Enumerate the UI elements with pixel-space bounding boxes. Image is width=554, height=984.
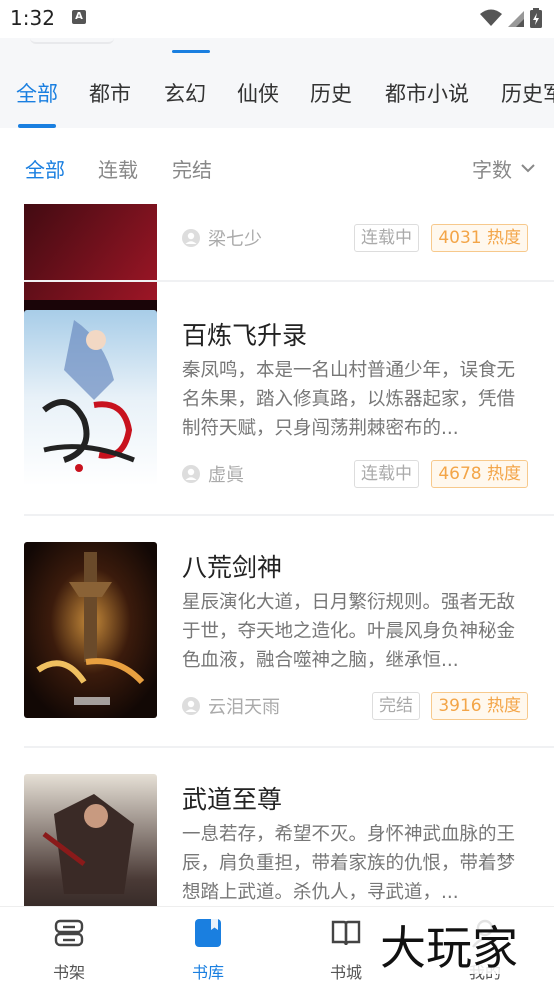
search-bar-edge <box>30 38 114 44</box>
notification-icon: A <box>72 10 86 24</box>
book-cover[interactable] <box>24 774 157 906</box>
user-icon <box>182 229 200 247</box>
list-item[interactable]: 八荒剑神 星辰演化大道，日月繁衍规则。强者无敌于世，夺天地之造化。叶晨风身负神秘… <box>0 516 554 748</box>
heat-badge: 3916 热度 <box>431 692 528 720</box>
status-badge: 连载中 <box>354 224 419 252</box>
tab-history[interactable]: 历史 <box>310 78 352 108</box>
divider <box>24 280 554 282</box>
filter-serializing[interactable]: 连载 <box>98 154 138 183</box>
heat-badge: 4678 热度 <box>431 460 528 488</box>
list-item[interactable]: 武道至尊 一息若存，希望不灭。身怀神武血脉的王辰，肩负重担，带着家族的仇恨，带着… <box>0 748 554 906</box>
wifi-icon <box>480 9 502 26</box>
tab-urban-novel[interactable]: 都市小说 <box>385 78 469 108</box>
status-icons <box>480 8 542 28</box>
tab-all[interactable]: 全部 <box>16 78 58 108</box>
watermark-text: 大玩家 <box>380 921 518 975</box>
user-icon <box>182 465 200 483</box>
chevron-down-icon[interactable] <box>518 158 538 178</box>
nav-library[interactable]: 书库 <box>158 907 258 984</box>
book-author: 云泪天雨 <box>208 697 280 718</box>
library-icon <box>195 919 221 947</box>
book-meta: 云泪天雨 完结 3916 热度 <box>182 692 532 720</box>
book-title: 八荒剑神 <box>182 553 283 582</box>
book-author: 虚眞 <box>208 465 244 486</box>
book-cover[interactable] <box>24 310 157 486</box>
filter-all[interactable]: 全部 <box>25 154 65 183</box>
page-indicator <box>172 50 210 53</box>
filter-completed[interactable]: 完结 <box>172 154 212 183</box>
book-description: 秦凤鸣，本是一名山村普通少年，误食无名朱果，踏入修真路，以炼器起家，凭借制符天赋… <box>182 360 516 439</box>
tab-xianxia[interactable]: 仙侠 <box>237 78 279 108</box>
nav-bookshelf[interactable]: 书架 <box>19 907 119 984</box>
list-item[interactable]: 梁七少 连载中 4031 热度 <box>0 204 554 356</box>
watermark-logo: 大玩家 <box>376 916 546 975</box>
status-badge: 完结 <box>372 692 420 720</box>
tab-urban[interactable]: 都市 <box>89 78 131 108</box>
tab-history-military[interactable]: 历史军 <box>501 78 554 108</box>
book-title: 百炼飞升录 <box>182 321 308 350</box>
nav-label: 书库 <box>191 963 224 982</box>
nav-label: 书架 <box>52 963 85 982</box>
tab-fantasy[interactable]: 玄幻 <box>164 78 206 108</box>
book-description: 星辰演化大道，日月繁衍规则。强者无敌于世，夺天地之造化。叶晨风身负神秘金色血液，… <box>182 592 516 671</box>
status-badge: 连载中 <box>354 460 419 488</box>
status-time: 1:32 <box>10 6 55 30</box>
category-nav: 全部 都市 玄幻 仙侠 历史 都市小说 历史军 <box>0 38 554 128</box>
signal-icon <box>508 11 524 27</box>
book-description: 一息若存，希望不灭。身怀神武血脉的王辰，肩负重担，带着家族的仇恨，带着梦想踏上武… <box>182 824 516 903</box>
book-meta: 虚眞 连载中 4678 热度 <box>182 460 532 488</box>
book-list[interactable]: 梁七少 连载中 4031 热度 百炼飞升录 秦凤鸣，本是一名山村普通少年，误食无… <box>0 204 554 906</box>
user-icon <box>182 697 200 715</box>
status-bar: 1:32 A <box>0 0 554 38</box>
book-icon <box>331 920 361 946</box>
shelf-icon <box>54 919 84 947</box>
sort-dropdown[interactable]: 字数 <box>472 154 512 183</box>
book-title: 武道至尊 <box>182 785 283 814</box>
book-cover[interactable] <box>24 542 157 718</box>
battery-icon <box>530 8 542 28</box>
list-item[interactable]: 百炼飞升录 秦凤鸣，本是一名山村普通少年，误食无名朱果，踏入修真路，以炼器起家，… <box>0 284 554 516</box>
book-author: 梁七少 <box>208 229 262 250</box>
heat-badge: 4031 热度 <box>431 224 528 252</box>
filter-row: 全部 连载 完结 字数 <box>0 128 554 204</box>
book-meta: 梁七少 连载中 4031 热度 <box>182 224 532 252</box>
